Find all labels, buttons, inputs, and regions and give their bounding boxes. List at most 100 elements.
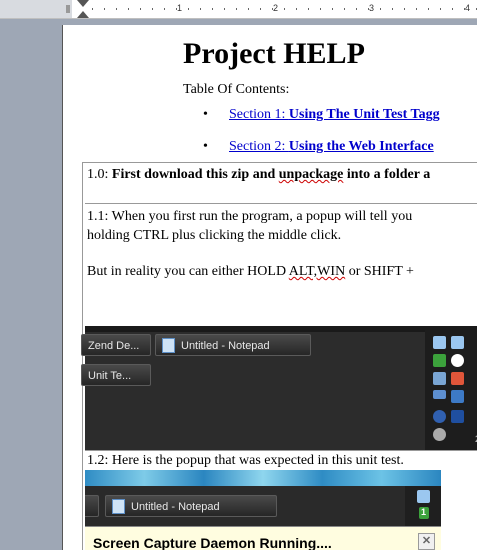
row-1-text: 1.0: First download this zip and unpacka… [87,165,430,184]
system-tray: 2 [425,330,477,450]
bullet: • [203,107,208,122]
hanging-indent-marker[interactable] [77,11,89,18]
network-icon[interactable] [451,372,464,385]
button-label: Untitled - Notepad [181,340,270,352]
row-2-line-1: 1.1: When you first run the program, a p… [87,207,412,226]
button-label: Untitled - Notepad [131,501,220,513]
ruler-tick [272,8,273,10]
row-text-rest: or SHIFT + [345,264,414,279]
ruler-tick [92,8,93,10]
ruler-tick [308,8,309,10]
magnifier-icon[interactable] [417,490,430,503]
ruler-tick [332,8,333,10]
drive-icon[interactable] [433,372,446,385]
row-number: 1.2: [87,453,112,468]
toc-item-section-1: • Section 1: Using The Unit Test Tagg [203,107,440,123]
row-2-line-2: holding CTRL plus clicking the middle cl… [87,228,342,243]
ruler-tick [164,8,165,10]
ruler-tick [464,8,465,10]
system-tray: 1 [405,486,441,526]
ruler-tick [344,8,345,10]
keyboard-icon[interactable] [433,390,446,399]
table-row: 1.2: Here is the popup that was expected… [85,450,477,471]
bullet: • [203,139,208,154]
toc-label: Table Of Contents: [183,82,290,97]
tray-numeral: 1 [421,507,427,517]
ruler-tick [392,8,393,10]
embedded-taskbar-image: Zend De... Untitled - Notepad Unit Te...… [81,326,477,450]
link-bold: Using the Web Interface [288,139,434,154]
document-page[interactable]: Project HELP Table Of Contents: • Section… [62,25,477,550]
h-green-icon[interactable] [433,354,446,367]
table-row: 1.1: When you first run the program, a p… [85,204,477,324]
ruler-tick [440,8,441,10]
ruler-tick [104,8,105,10]
ruler-margin [0,0,72,18]
row-3-text: 1.2: Here is the popup that was expected… [87,451,404,470]
taskbar-button-notepad[interactable]: Untitled - Notepad [105,495,277,517]
ruler-tick [212,8,213,10]
ruler-tick [224,8,225,10]
disc-icon[interactable] [433,428,446,441]
ruler-number: 4 [465,3,471,13]
row-2-line-3: But in reality you can either HOLD ALT,W… [87,262,414,281]
ruler-tick [200,8,201,10]
ruler[interactable]: 1 2 3 4 [0,0,477,19]
ruler-number: 1 [177,3,183,13]
ruler-tick [152,8,153,10]
toc-link-section-1[interactable]: Section 1: Using The Unit Test Tagg [229,107,440,122]
taskbar-button-partial[interactable] [85,495,99,517]
notepad-icon [162,337,175,353]
row-text-rest: into a folder a [343,167,431,182]
popup-message: Screen Capture Daemon Running.... [93,535,332,550]
button-label: Zend De... [88,340,140,352]
first-line-indent-marker[interactable] [77,0,89,7]
misspelled-word[interactable]: unpackage [279,167,344,182]
monitor-icon[interactable] [451,390,464,403]
taskbar-button-unit-test[interactable]: Unit Te... [81,364,151,386]
taskbar: Untitled - Notepad 1 [85,486,441,526]
ruler-tick [296,8,297,10]
play-icon[interactable] [451,354,464,367]
ruler-tick [428,8,429,10]
magnifier-icon[interactable] [451,336,464,349]
close-icon[interactable]: ✕ [418,533,435,550]
document-title: Project HELP [183,37,365,70]
button-label: Unit Te... [88,370,132,382]
taskbar-button-zend[interactable]: Zend De... [81,334,151,356]
ruler-tick [236,8,237,10]
link-prefix: Section 1: [229,107,289,122]
link-prefix: Section 2: [229,139,289,154]
ruler-tick [404,8,405,10]
ruler-tick [176,8,177,10]
row-text: Here is the popup that was expected in t… [111,453,404,468]
notification-popup[interactable]: Screen Capture Daemon Running.... ✕ [85,526,441,550]
ruler-number: 3 [369,3,375,13]
audio-wave-icon[interactable] [451,410,464,423]
table-row: 1.0: First download this zip and unpacka… [85,163,477,204]
ruler-tab-selector[interactable] [66,5,70,13]
ruler-tick [368,8,369,10]
toc-link-section-2[interactable]: Section 2: Using the Web Interface [229,139,434,154]
row-text: But in reality you can either HOLD [87,264,289,279]
ruler-tick [416,8,417,10]
desktop-wallpaper [85,470,441,486]
embedded-popup-image: Untitled - Notepad 1 Screen Capture Daem… [85,470,441,550]
ruler-number: 2 [273,3,279,13]
ruler-tick [128,8,129,10]
ruler-tick [356,8,357,10]
speaker-icon[interactable] [433,410,446,423]
content-table: 1.0: First download this zip and unpacka… [81,162,477,550]
magnifier-icon[interactable] [433,336,446,349]
taskbar-button-notepad[interactable]: Untitled - Notepad [155,334,311,356]
row-number: 1.0: [87,167,112,182]
ruler-tick [188,8,189,10]
ruler-tick [260,8,261,10]
link-bold: Using The Unit Test Tagg [288,107,440,122]
ruler-tick [284,8,285,10]
misspelled-word[interactable]: ALT,WIN [289,264,345,279]
taskbar-edge [85,326,477,332]
notepad-icon [112,498,125,514]
ruler-tick [320,8,321,10]
toc-item-section-2: • Section 2: Using the Web Interface [203,139,434,155]
